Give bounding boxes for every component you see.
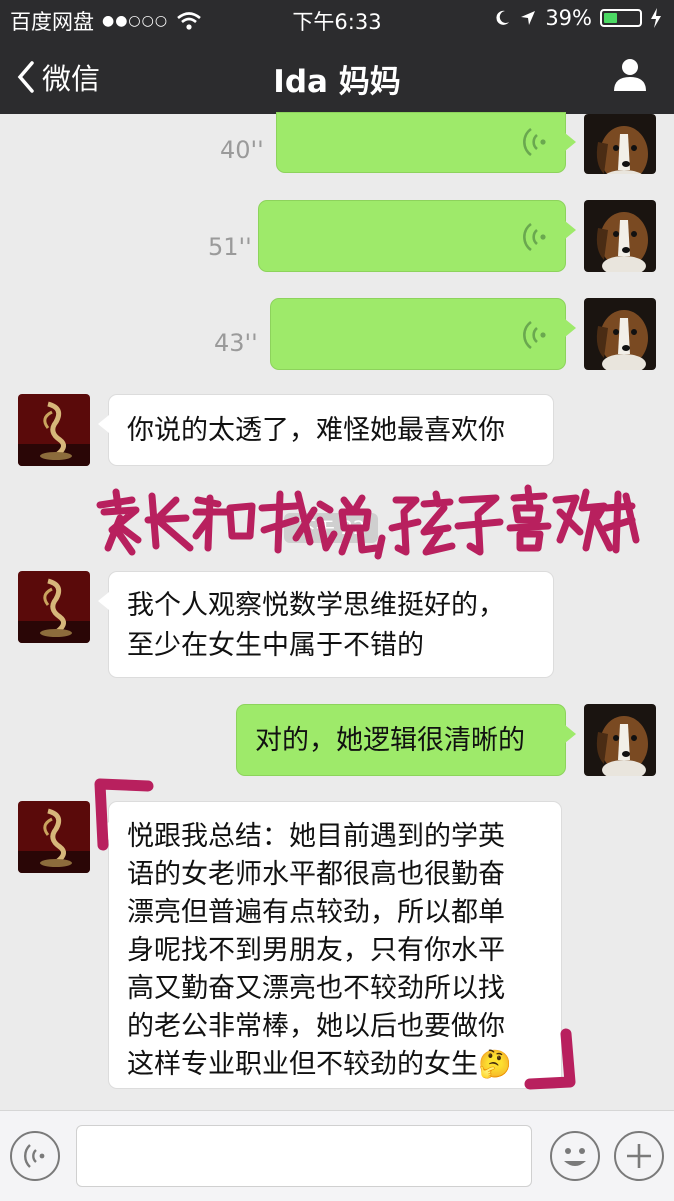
text-message: 你说的太透了，难怪她最喜欢你 [0, 393, 674, 467]
charging-icon [651, 8, 661, 28]
message-text-line: 高又勤奋又漂亮也不较劲所以找 [127, 973, 505, 1004]
text-message: 我个人观察悦数学思维挺好的， 至少在女生中属于不错的 [0, 570, 674, 680]
voice-message: 51'' [0, 199, 674, 273]
text-message: 悦跟我总结：她目前遇到的学英 语的女老师水平都很高也很勤奋 漂亮但普遍有点较劲，… [0, 800, 674, 1090]
voice-wave-icon [523, 320, 546, 350]
sculpture-avatar-image [18, 801, 90, 873]
message-text: 对的，她逻辑很清晰的 [255, 725, 525, 756]
chat-title: Ida 妈妈 [273, 64, 401, 100]
battery-percent: 39% [545, 6, 592, 30]
message-bubble[interactable]: 你说的太透了，难怪她最喜欢你 [98, 394, 554, 466]
voice-message: 43'' [0, 297, 674, 371]
text-message: 对的，她逻辑很清晰的 [0, 703, 674, 777]
message-text-line: 语的女老师水平都很高也很勤奋 [127, 859, 505, 890]
voice-duration: 51'' [208, 233, 252, 261]
dog-avatar-image [584, 200, 656, 272]
nav-bar: 微信 Ida 妈妈 [0, 38, 674, 114]
my-avatar[interactable] [584, 704, 656, 776]
voice-toggle-icon [24, 1144, 45, 1168]
thinking-emoji: 🤔 [478, 1049, 512, 1080]
voice-toggle-button[interactable] [10, 1131, 60, 1181]
voice-wave-icon [523, 222, 546, 252]
voice-duration: 40'' [220, 136, 264, 164]
timestamp: 下午 22 [284, 513, 378, 543]
message-bubble[interactable]: 我个人观察悦数学思维挺好的， 至少在女生中属于不错的 [98, 571, 554, 678]
location-icon [521, 11, 536, 25]
message-text-line: 身呢找不到男朋友，只有你水平 [127, 935, 505, 966]
contact-avatar[interactable] [18, 801, 90, 873]
contact-avatar[interactable] [18, 394, 90, 466]
voice-bubble[interactable] [270, 298, 576, 370]
message-text-line: 至少在女生中属于不错的 [127, 630, 424, 661]
message-input[interactable] [76, 1125, 532, 1187]
input-bar [0, 1110, 674, 1201]
more-button[interactable] [614, 1131, 664, 1181]
voice-bubble[interactable] [276, 112, 576, 173]
dog-avatar-image [584, 114, 656, 174]
dog-avatar-image [584, 298, 656, 370]
sculpture-avatar-image [18, 394, 90, 466]
message-text-line: 这样专业职业但不较劲的女生🤔 [127, 1046, 543, 1084]
voice-wave-icon [523, 127, 546, 157]
plus-icon [627, 1144, 651, 1168]
dog-avatar-image [584, 704, 656, 776]
status-bar: 百度网盘 ●●○○○ 下午6:33 39% [0, 0, 674, 38]
voice-duration: 43'' [214, 329, 258, 357]
moon-icon [496, 10, 510, 25]
message-text-line-end: 这样专业职业但不较劲的女生 [127, 1049, 478, 1080]
message-text: 你说的太透了，难怪她最喜欢你 [127, 415, 505, 446]
sculpture-avatar-image [18, 571, 90, 643]
message-text-line: 的老公非常棒，她以后也要做你 [127, 1011, 505, 1042]
person-icon [614, 59, 646, 91]
contact-avatar[interactable] [18, 571, 90, 643]
battery-icon [600, 9, 642, 27]
voice-bubble[interactable] [258, 200, 576, 272]
emoji-button[interactable] [550, 1131, 600, 1181]
profile-button[interactable] [612, 56, 648, 96]
emoji-icon [564, 1148, 586, 1166]
voice-message: 40'' [0, 112, 674, 174]
my-avatar[interactable] [584, 298, 656, 370]
message-bubble[interactable]: 对的，她逻辑很清晰的 [236, 704, 576, 776]
message-text-line: 悦跟我总结：她目前遇到的学英 [127, 821, 505, 852]
my-avatar[interactable] [584, 114, 656, 174]
my-avatar[interactable] [584, 200, 656, 272]
message-bubble[interactable]: 悦跟我总结：她目前遇到的学英 语的女老师水平都很高也很勤奋 漂亮但普遍有点较劲，… [98, 801, 562, 1089]
message-text-line: 我个人观察悦数学思维挺好的， [127, 590, 505, 621]
message-text-line: 漂亮但普遍有点较劲，所以都单 [127, 897, 505, 928]
